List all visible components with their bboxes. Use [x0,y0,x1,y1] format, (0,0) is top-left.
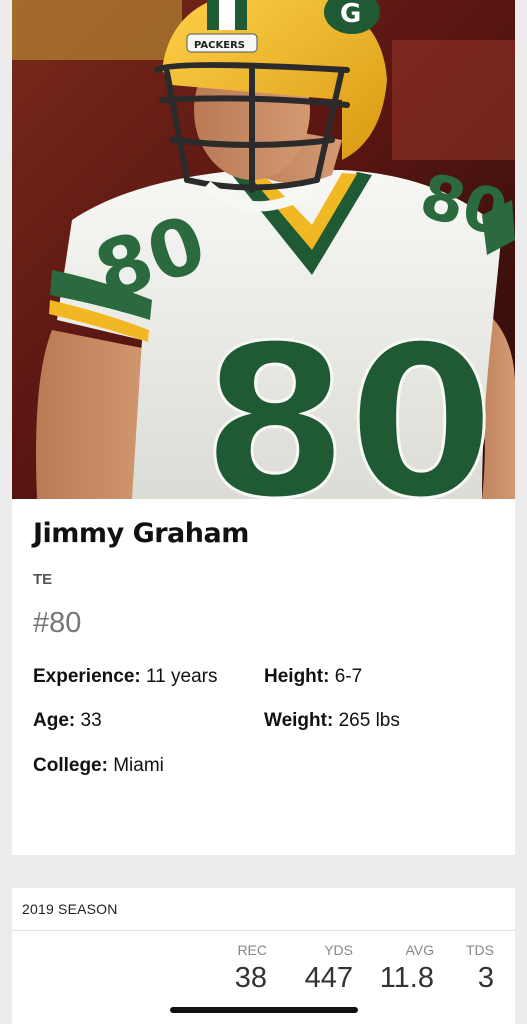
season-header: 2019 SEASON [12,888,515,931]
college-value: Miami [113,755,164,776]
stat-value-yds: 447 [304,962,353,994]
bio-age: Age: 33 [33,710,102,732]
stat-label-avg: AVG [405,942,434,958]
player-card: 80 80 80 G PACKERS Jimmy Graham TE #80 E… [12,0,515,855]
height-value: 6-7 [334,666,363,687]
player-position: TE [33,571,53,588]
stat-avg: AVG 11.8 [380,942,434,995]
bio-height: Height: 6-7 [264,666,362,688]
age-value: 33 [80,710,102,731]
stat-value-tds: 3 [477,962,494,994]
stat-value-rec: 38 [234,962,267,994]
player-number: #80 [33,607,82,639]
helmet-text: PACKERS [194,40,245,51]
weight-label: Weight: [264,710,334,731]
stat-label-yds: YDS [324,942,353,958]
experience-label: Experience: [33,666,141,687]
stat-value-avg: 11.8 [379,962,434,994]
bio-college: College: Miami [33,755,164,777]
weight-value: 265 lbs [338,710,400,731]
height-label: Height: [264,666,330,687]
svg-text:G: G [340,0,361,29]
svg-text:80: 80 [202,300,494,499]
stat-rec: REC 38 [235,942,267,995]
home-indicator[interactable] [170,1007,358,1013]
player-photo: 80 80 80 G PACKERS [12,0,515,499]
stat-label-tds: TDS [466,942,494,958]
season-title: 2019 SEASON [22,901,118,917]
experience-value: 11 years [146,666,218,687]
stat-yds: YDS 447 [305,942,353,995]
bio-weight: Weight: 265 lbs [264,710,400,732]
season-stats-card[interactable]: 2019 SEASON REC 38 YDS 447 AVG 11.8 TDS … [12,888,515,1024]
age-label: Age: [33,710,76,731]
player-photo-illustration: 80 80 80 G PACKERS [12,0,515,499]
stat-tds: TDS 3 [466,942,494,995]
stat-label-rec: REC [237,942,267,958]
bio-experience: Experience: 11 years [33,666,217,688]
college-label: College: [33,755,108,776]
player-name: Jimmy Graham [33,518,249,549]
